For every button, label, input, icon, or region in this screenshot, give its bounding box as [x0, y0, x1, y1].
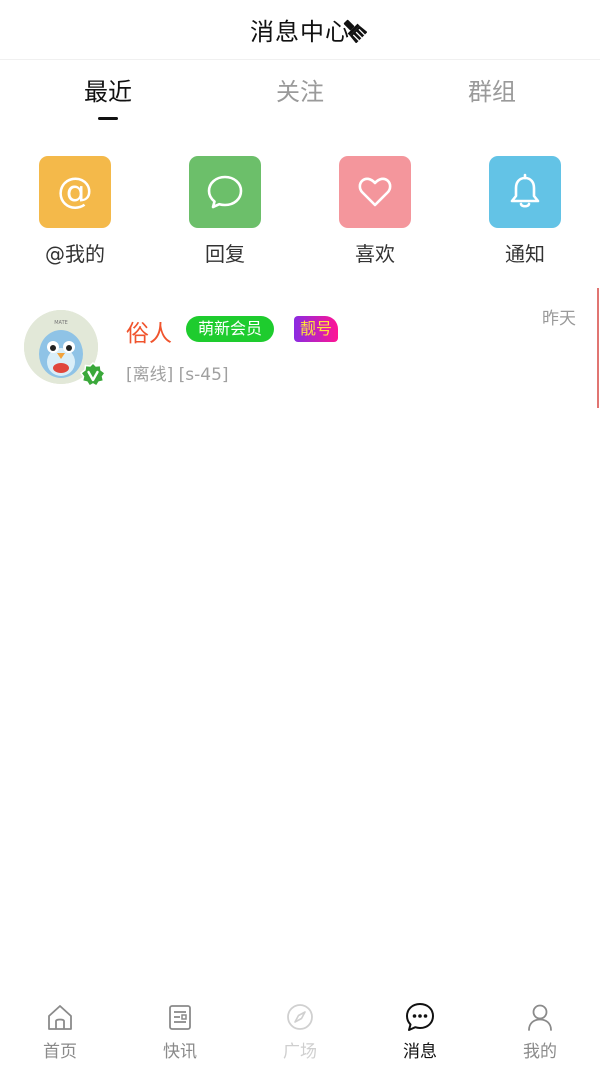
clear-messages-button[interactable]: [340, 16, 368, 44]
nav-plaza[interactable]: 广场: [240, 1001, 360, 1062]
compass-icon: [284, 1001, 316, 1033]
bottom-nav: 首页 快讯 广场 消息 我的: [0, 987, 600, 1067]
tab-bar: 最近 关注 群组: [0, 62, 600, 126]
action-mentions[interactable]: @ @我的: [15, 156, 135, 267]
nav-messages-label: 消息: [403, 1042, 437, 1062]
home-icon: [44, 1001, 76, 1033]
action-replies[interactable]: 回复: [165, 156, 285, 267]
at-icon: @: [39, 156, 111, 228]
heart-icon: [339, 156, 411, 228]
active-tab-indicator: [98, 117, 118, 120]
nav-news-label: 快讯: [163, 1042, 197, 1062]
chat-bubble-icon: [189, 156, 261, 228]
nav-plaza-label: 广场: [283, 1042, 317, 1062]
action-mentions-label: @我的: [45, 242, 105, 266]
news-icon: [164, 1001, 196, 1033]
message-time: 昨天: [542, 309, 576, 329]
message-preview: [离线] [s-45]: [126, 365, 229, 385]
nav-home[interactable]: 首页: [0, 1001, 120, 1062]
nav-profile-label: 我的: [523, 1042, 557, 1062]
nav-profile[interactable]: 我的: [480, 1001, 600, 1062]
member-badge: 萌新会员: [186, 316, 275, 342]
tab-groups[interactable]: 群组: [432, 72, 552, 107]
edge-divider: [597, 288, 599, 408]
action-likes[interactable]: 喜欢: [315, 156, 435, 267]
tab-recent[interactable]: 最近: [48, 72, 168, 107]
user-icon: [524, 1001, 556, 1033]
verified-badge-icon: [80, 362, 106, 388]
svg-text:MATE: MATE: [54, 320, 68, 326]
pretty-number-badge: 靓号: [294, 316, 339, 342]
action-replies-label: 回复: [205, 242, 245, 266]
quick-actions: @ @我的 回复 喜欢 通知: [0, 156, 600, 266]
conversation-item[interactable]: MATE 俗人 萌新会员 靓号 昨天 [离线] [s-45]: [0, 290, 600, 410]
action-likes-label: 喜欢: [355, 242, 395, 266]
contact-name: 俗人: [126, 321, 172, 347]
nav-home-label: 首页: [43, 1042, 77, 1062]
action-notifications-label: 通知: [505, 242, 545, 266]
tab-following[interactable]: 关注: [240, 72, 360, 107]
action-notifications[interactable]: 通知: [465, 156, 585, 267]
header: 消息中心: [0, 0, 600, 60]
broom-icon: [343, 19, 367, 43]
svg-text:@: @: [57, 171, 93, 212]
page-title: 消息中心: [250, 18, 350, 46]
nav-news[interactable]: 快讯: [120, 1001, 240, 1062]
bell-icon: [489, 156, 561, 228]
nav-messages[interactable]: 消息: [360, 1001, 480, 1062]
message-icon: [404, 1001, 436, 1033]
